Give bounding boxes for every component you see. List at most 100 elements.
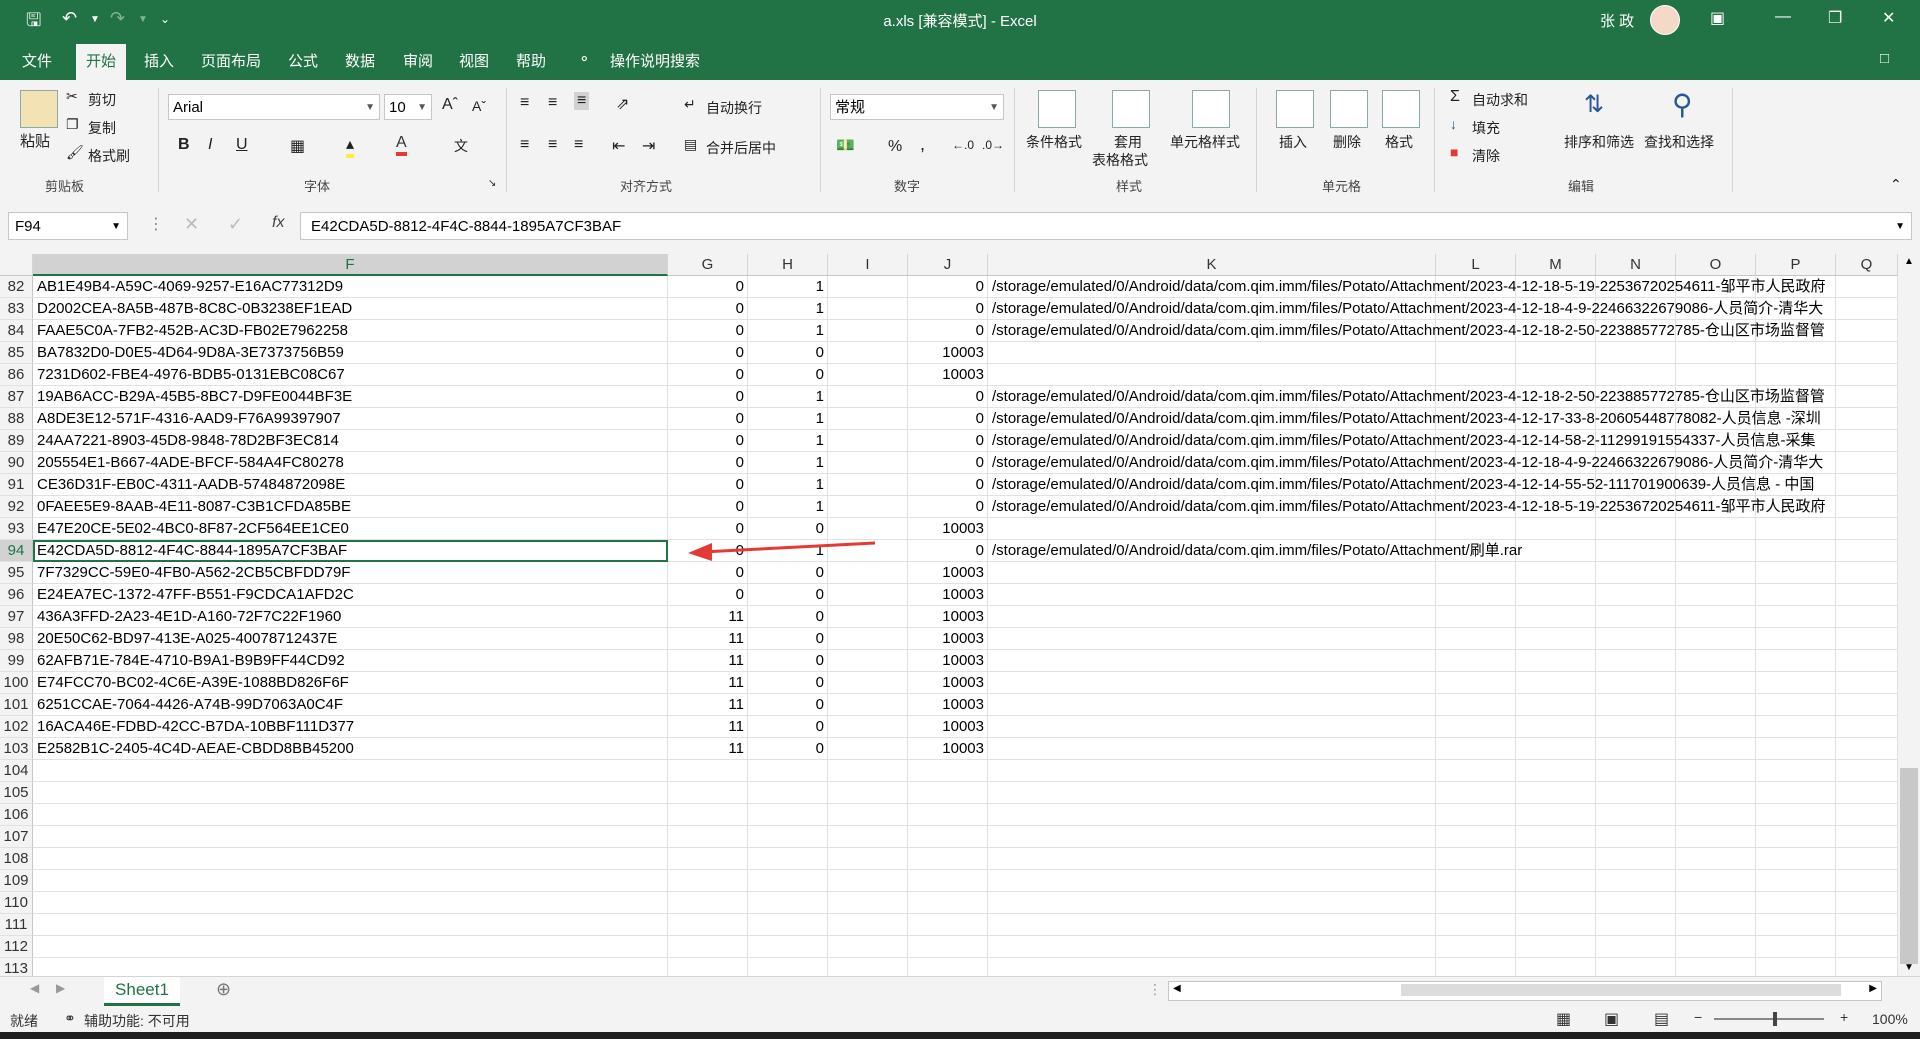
cell-h[interactable]: 0 xyxy=(748,606,828,628)
cell-h[interactable] xyxy=(748,760,828,782)
cell-h[interactable]: 1 xyxy=(748,452,828,474)
increase-indent-icon[interactable]: ⇥ xyxy=(642,136,655,156)
cell-j[interactable]: 10003 xyxy=(908,694,988,716)
format-table-button-line2[interactable]: 表格格式 xyxy=(1092,150,1148,170)
cell-k-text[interactable]: /storage/emulated/0/Android/data/com.qim… xyxy=(988,430,1898,452)
format-painter-icon[interactable]: 🖌 xyxy=(66,144,84,161)
cell-i[interactable] xyxy=(828,474,908,496)
cell-h[interactable] xyxy=(748,782,828,804)
cell-h[interactable]: 1 xyxy=(748,496,828,518)
cell-f[interactable]: 7231D602-FBE4-4976-BDB5-0131EBC08C67 xyxy=(33,364,668,386)
cell-f[interactable]: 62AFB71E-784E-4710-B9A1-B9B9FF44CD92 xyxy=(33,650,668,672)
cell-k-text[interactable] xyxy=(988,518,1898,540)
delete-cells-icon[interactable] xyxy=(1330,90,1368,128)
row-header[interactable]: 88 xyxy=(0,408,33,430)
cell-f[interactable] xyxy=(33,958,668,976)
cell-f[interactable] xyxy=(33,760,668,782)
row-header[interactable]: 94 xyxy=(0,540,33,562)
cell-j[interactable]: 10003 xyxy=(908,672,988,694)
row-header[interactable]: 103 xyxy=(0,738,33,760)
cell-g[interactable] xyxy=(668,870,748,892)
scroll-left-icon[interactable]: ◀ xyxy=(1173,983,1181,994)
cell-f[interactable]: BA7832D0-D0E5-4D64-9D8A-3E7373756B59 xyxy=(33,342,668,364)
wrap-text-icon[interactable]: ↵ xyxy=(684,96,696,113)
splitter-icon[interactable]: ⋮ xyxy=(1148,981,1162,998)
cell-g[interactable]: 0 xyxy=(668,452,748,474)
row-header[interactable]: 98 xyxy=(0,628,33,650)
column-header-i[interactable]: I xyxy=(828,254,908,276)
row-header[interactable]: 84 xyxy=(0,320,33,342)
cell-k-text[interactable] xyxy=(988,716,1898,738)
cell-f[interactable]: AB1E49B4-A59C-4069-9257-E16AC77312D9 xyxy=(33,276,668,298)
currency-icon[interactable]: 💵 xyxy=(836,136,855,154)
row-header[interactable]: 82 xyxy=(0,276,33,298)
cell-k-text[interactable]: /storage/emulated/0/Android/data/com.qim… xyxy=(988,452,1898,474)
percent-button[interactable]: % xyxy=(888,138,902,156)
copy-icon[interactable]: ❐ xyxy=(66,116,79,133)
row-header[interactable]: 85 xyxy=(0,342,33,364)
cell-i[interactable] xyxy=(828,408,908,430)
cell-g[interactable]: 11 xyxy=(668,650,748,672)
avatar[interactable] xyxy=(1650,5,1680,35)
cell-f[interactable]: 205554E1-B667-4ADE-BFCF-584A4FC80278 xyxy=(33,452,668,474)
cell-i[interactable] xyxy=(828,342,908,364)
conditional-format-icon[interactable] xyxy=(1038,90,1076,128)
font-size-select[interactable]: 10 ▼ xyxy=(384,94,432,120)
cell-g[interactable]: 0 xyxy=(668,562,748,584)
cell-h[interactable]: 0 xyxy=(748,628,828,650)
cell-k-text[interactable]: /storage/emulated/0/Android/data/com.qim… xyxy=(988,386,1898,408)
scroll-thumb[interactable] xyxy=(1900,768,1918,964)
cell-j[interactable]: 10003 xyxy=(908,606,988,628)
merge-center-button[interactable]: 合并后居中 xyxy=(706,138,776,158)
cell-k-text[interactable] xyxy=(988,892,1898,914)
font-dialog-launcher-icon[interactable]: ↘ xyxy=(488,178,496,189)
increase-decimal-icon[interactable]: ←.0 xyxy=(952,138,974,152)
cell-k-text[interactable] xyxy=(988,364,1898,386)
cell-h[interactable]: 0 xyxy=(748,562,828,584)
cell-g[interactable]: 0 xyxy=(668,386,748,408)
cell-h[interactable]: 0 xyxy=(748,584,828,606)
cell-i[interactable] xyxy=(828,628,908,650)
cell-i[interactable] xyxy=(828,584,908,606)
row-header[interactable]: 100 xyxy=(0,672,33,694)
cell-j[interactable]: 10003 xyxy=(908,716,988,738)
cell-g[interactable] xyxy=(668,782,748,804)
name-box[interactable]: F94 ▼ xyxy=(8,212,128,240)
decrease-indent-icon[interactable]: ⇤ xyxy=(612,136,625,156)
cut-button[interactable]: 剪切 xyxy=(88,90,116,110)
cell-j[interactable] xyxy=(908,870,988,892)
cell-f[interactable]: D2002CEA-8A5B-487B-8C8C-0B3238EF1EAD xyxy=(33,298,668,320)
cell-i[interactable] xyxy=(828,364,908,386)
scroll-down-icon[interactable]: ▼ xyxy=(1904,962,1914,973)
cell-i[interactable] xyxy=(828,804,908,826)
cell-h[interactable]: 1 xyxy=(748,430,828,452)
cell-h[interactable]: 1 xyxy=(748,276,828,298)
scroll-up-icon[interactable]: ▲ xyxy=(1904,256,1914,267)
cell-styles-icon[interactable] xyxy=(1192,90,1230,128)
row-header[interactable]: 101 xyxy=(0,694,33,716)
cell-g[interactable]: 11 xyxy=(668,606,748,628)
cell-k-text[interactable] xyxy=(988,738,1898,760)
cell-g[interactable]: 11 xyxy=(668,672,748,694)
row-header[interactable]: 110 xyxy=(0,892,33,914)
cell-i[interactable] xyxy=(828,914,908,936)
cell-g[interactable] xyxy=(668,914,748,936)
selected-cell-f94[interactable] xyxy=(33,540,668,562)
cell-g[interactable]: 0 xyxy=(668,474,748,496)
decrease-decimal-icon[interactable]: .0→ xyxy=(982,138,1004,152)
format-cells-icon[interactable] xyxy=(1382,90,1420,128)
row-header[interactable]: 92 xyxy=(0,496,33,518)
cell-g[interactable] xyxy=(668,760,748,782)
cell-j[interactable]: 10003 xyxy=(908,364,988,386)
cell-i[interactable] xyxy=(828,452,908,474)
cell-f[interactable]: CE36D31F-EB0C-4311-AADB-57484872098E xyxy=(33,474,668,496)
row-header[interactable]: 91 xyxy=(0,474,33,496)
tab-insert[interactable]: 插入 xyxy=(144,50,174,71)
cell-h[interactable] xyxy=(748,936,828,958)
align-middle-icon[interactable]: ≡ xyxy=(548,94,557,112)
cell-j[interactable]: 0 xyxy=(908,452,988,474)
cell-i[interactable] xyxy=(828,496,908,518)
format-table-button-line1[interactable]: 套用 xyxy=(1114,132,1142,152)
cell-i[interactable] xyxy=(828,562,908,584)
cell-h[interactable] xyxy=(748,914,828,936)
